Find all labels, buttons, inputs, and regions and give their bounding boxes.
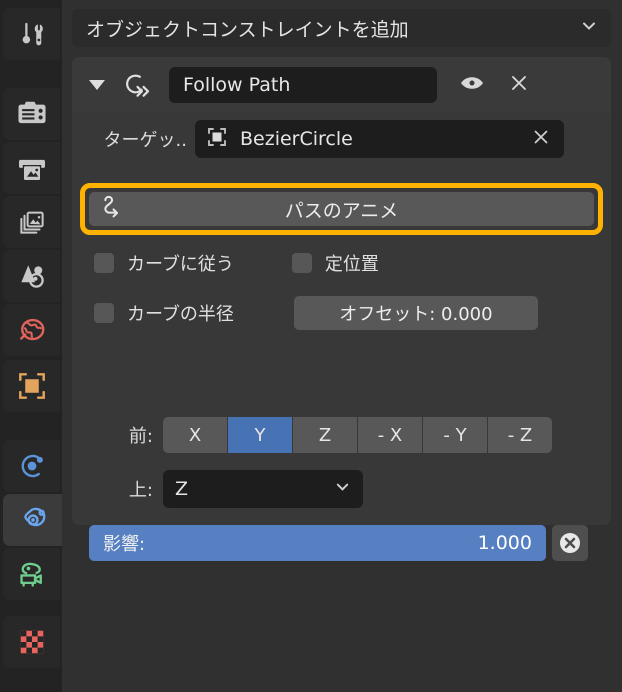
influence-value: 1.000 [477,532,532,554]
stacked-images-icon [17,207,47,237]
wrench-screwdriver-icon [17,19,47,49]
chevron-down-icon [333,477,352,501]
printer-icon [17,153,47,183]
tab-output[interactable] [3,142,60,194]
chevron-down-icon [579,16,599,41]
fixed-position-label: 定位置 [324,254,379,275]
forward-axis-label: 前: [128,426,153,447]
forward-axis-row: 前: X Y Z - X - Y - Z [72,415,611,455]
camera-data-icon [16,559,48,589]
axis-neg-y-button[interactable]: - Y [423,417,487,453]
curve-radius-checkbox[interactable] [94,303,114,323]
blender-properties-editor: オブジェクトコンストレイントを追加 Follow Path ターゲッ.. Bez… [0,0,622,692]
tab-constraints[interactable] [3,494,65,546]
add-constraint-dropdown[interactable]: オブジェクトコンストレイントを追加 [72,9,611,47]
camera-back-icon [16,99,48,129]
curve-radius-label: カーブの半径 [127,304,234,325]
path-animate-label: パスのアニメ [284,199,399,222]
influence-slider[interactable]: 影響: 1.000 [89,525,546,561]
axis-y-button[interactable]: Y [228,417,292,453]
influence-row: 影響: 1.000 [72,523,611,563]
up-axis-dropdown[interactable]: Z [163,470,363,508]
tab-material[interactable] [3,616,60,668]
path-animate-button[interactable]: パスのアニメ [89,192,594,226]
checkbox-row-1: カーブに従う 定位置 [72,247,611,279]
axis-neg-x-button[interactable]: - X [358,417,422,453]
offset-label: オフセット: 0.000 [339,304,493,325]
follow-path-icon [121,70,155,100]
add-constraint-label: オブジェクトコンストレイントを追加 [86,18,409,41]
influence-label: 影響: [103,534,146,555]
physics-orbit-icon [17,451,47,481]
object-icon [205,125,229,153]
tab-object-data[interactable] [3,548,60,600]
tab-object[interactable] [3,360,60,412]
add-constraint-row: オブジェクトコンストレイントを追加 [72,9,611,47]
eye-icon[interactable] [459,73,485,97]
forward-axis-group: X Y Z - X - Y - Z [163,417,552,453]
checkbox-row-2: カーブの半径 オフセット: 0.000 [72,295,611,331]
target-label: ターゲッ.. [103,130,187,151]
constraint-clamp-icon [18,505,50,535]
target-row: ターゲッ.. BezierCircle [72,119,611,159]
axis-neg-z-button[interactable]: - Z [488,417,552,453]
constraint-panel-header: Follow Path [72,57,611,113]
up-axis-row: 上: Z [72,469,611,509]
object-square-icon [16,370,48,402]
cone-sphere-icon [17,261,47,291]
properties-tab-strip [0,0,65,692]
up-axis-value: Z [175,478,189,500]
close-x-icon[interactable] [507,71,531,99]
follow-path-constraint-panel: Follow Path ターゲッ.. BezierCircle パスのアニメ カ… [72,57,611,561]
checker-material-icon [17,627,47,657]
tab-view-layer[interactable] [3,196,60,248]
fixed-position-checkbox[interactable] [291,253,312,273]
up-axis-label: 上: [128,480,153,501]
tab-tool[interactable] [3,8,60,60]
tab-render[interactable] [3,88,60,140]
axis-z-button[interactable]: Z [293,417,357,453]
follow-curve-checkbox[interactable] [94,253,114,273]
offset-button[interactable]: オフセット: 0.000 [293,296,538,330]
target-object-field[interactable]: BezierCircle [195,120,564,158]
target-object-value: BezierCircle [240,128,353,150]
constraint-name-field[interactable]: Follow Path [169,67,437,103]
tab-physics[interactable] [3,440,60,492]
tab-scene[interactable] [3,250,60,302]
tab-world[interactable] [3,304,60,356]
triangle-down-icon[interactable] [89,80,105,90]
axis-x-button[interactable]: X [163,417,227,453]
close-x-icon[interactable] [530,126,552,152]
animate-decorator-x-icon[interactable] [552,525,588,561]
follow-curve-label: カーブに従う [127,254,234,275]
properties-content: オブジェクトコンストレイントを追加 Follow Path ターゲッ.. Bez… [62,0,622,692]
constraint-name-value: Follow Path [183,74,291,96]
globe-icon [17,315,47,345]
path-curve-arrow-icon [99,193,129,226]
